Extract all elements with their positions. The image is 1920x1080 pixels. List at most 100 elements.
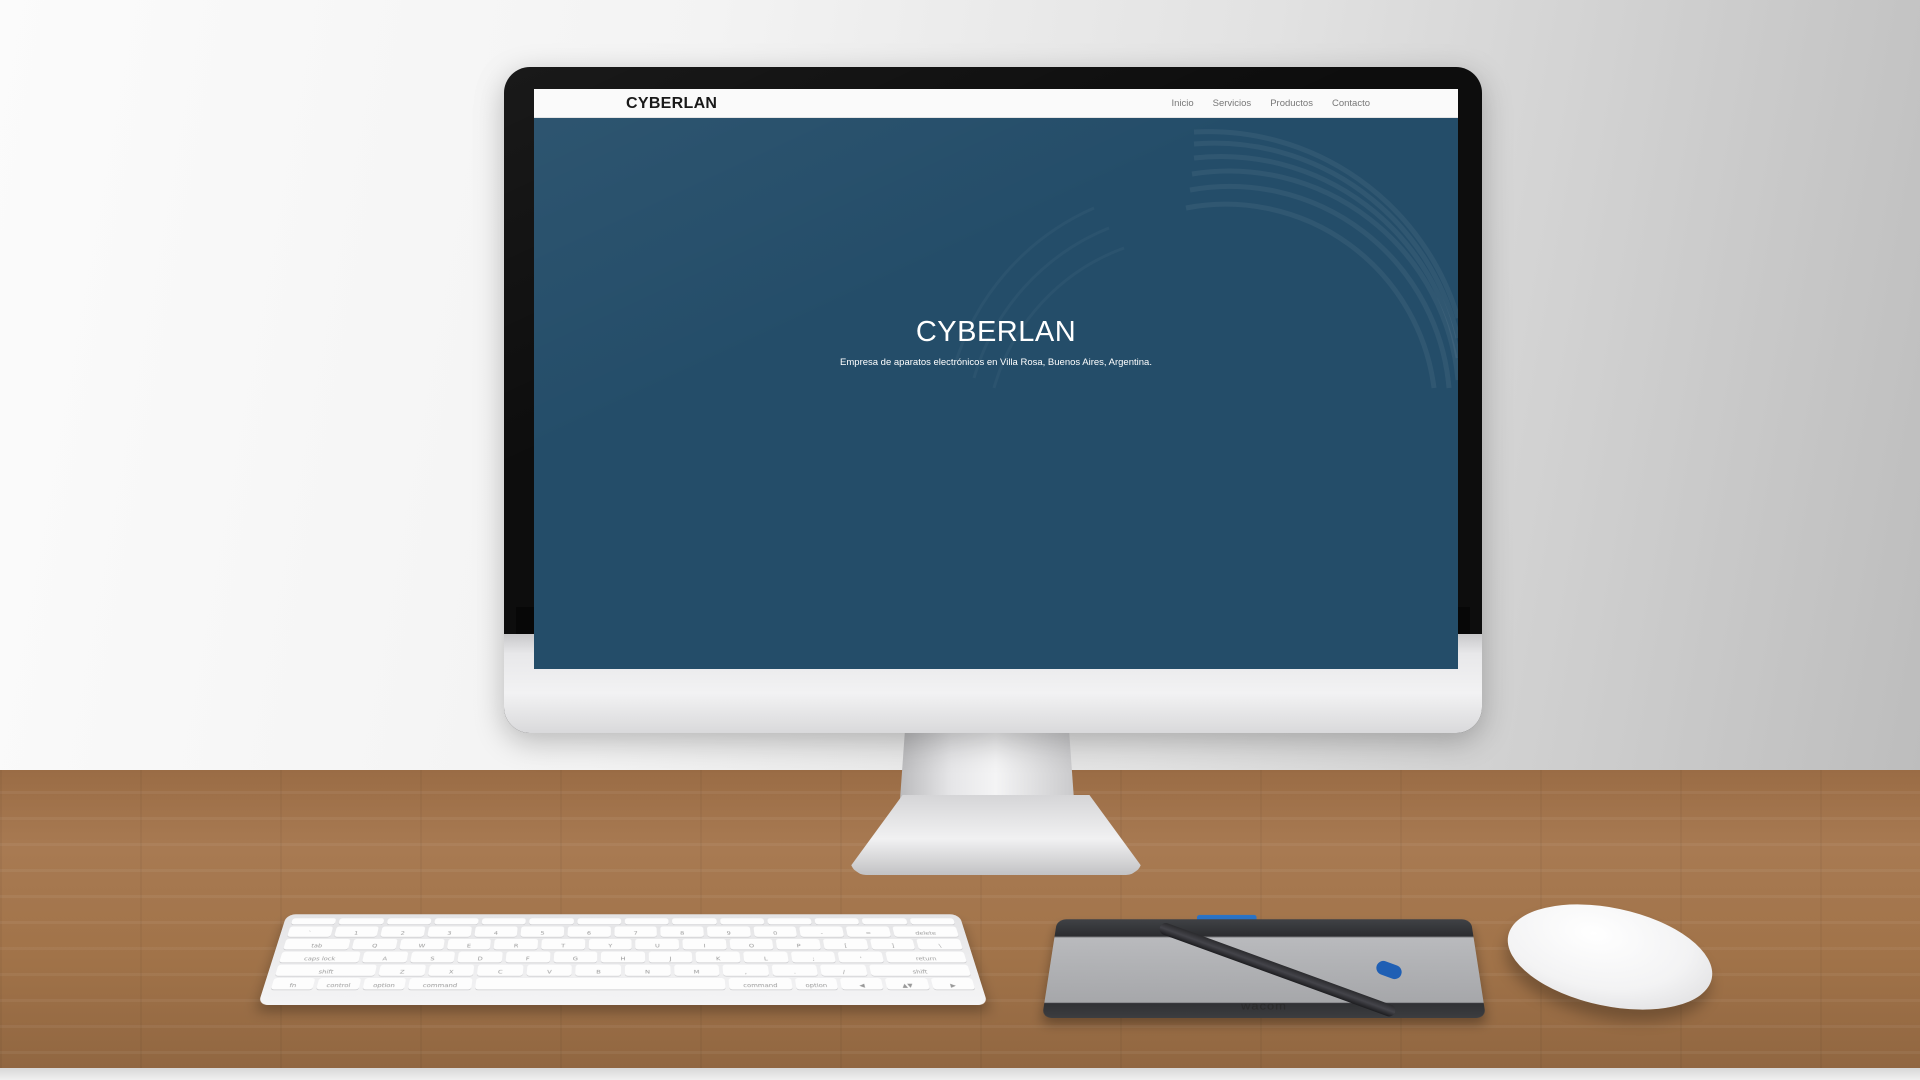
keyboard-key[interactable]: N (625, 965, 670, 976)
keyboard-key[interactable]: B (576, 965, 621, 976)
keyboard-key[interactable] (339, 918, 384, 924)
keyboard-key[interactable]: D (458, 952, 503, 963)
keyboard-key[interactable]: / (820, 965, 867, 976)
keyboard-key[interactable] (625, 918, 669, 924)
keyboard-key-command[interactable]: command (728, 978, 792, 989)
keyboard: ` 1 2 3 4 5 6 7 8 9 0 - = delete tab Q W… (258, 914, 988, 1005)
keyboard-key[interactable]: 5 (521, 926, 565, 936)
keyboard-key-arrow-left[interactable]: ◀ (840, 978, 884, 989)
keyboard-key-caps-lock[interactable]: caps lock (279, 952, 361, 963)
keyboard-key-delete[interactable]: delete (892, 926, 959, 936)
keyboard-key[interactable] (577, 918, 621, 924)
keyboard-key[interactable]: C (477, 965, 523, 976)
keyboard-shift-row: shift Z X C V B N M , . / shift (275, 965, 971, 976)
keyboard-body: ` 1 2 3 4 5 6 7 8 9 0 - = delete tab Q W… (258, 914, 988, 1005)
keyboard-key[interactable]: = (846, 926, 891, 936)
keyboard-key[interactable] (862, 918, 907, 924)
keyboard-key[interactable]: 6 (567, 926, 610, 936)
keyboard-key[interactable]: 3 (427, 926, 471, 936)
keyboard-key[interactable]: 8 (661, 926, 704, 936)
keyboard-key[interactable]: 2 (381, 926, 426, 936)
keyboard-key[interactable]: 7 (614, 926, 657, 936)
hero-signal-arcs (534, 118, 1458, 669)
keyboard-key[interactable]: - (799, 926, 844, 936)
keyboard-number-row: ` 1 2 3 4 5 6 7 8 9 0 - = delete (287, 926, 959, 936)
keyboard-key[interactable]: J (649, 952, 693, 963)
nav-link-contacto[interactable]: Contacto (1332, 98, 1370, 109)
keyboard-key-control[interactable]: control (317, 978, 361, 989)
keyboard-key[interactable]: 4 (474, 926, 518, 936)
keyboard-key[interactable]: \ (916, 939, 962, 950)
keyboard-key[interactable]: V (526, 965, 572, 976)
keyboard-key[interactable]: L (743, 952, 788, 963)
keyboard-key-arrow-up-down[interactable]: ▲▼ (885, 978, 929, 989)
keyboard-key[interactable]: H (601, 952, 645, 963)
keyboard-key[interactable]: I (682, 939, 726, 950)
keyboard-key[interactable]: K (696, 952, 741, 963)
keyboard-key-fn[interactable]: fn (271, 978, 316, 989)
keyboard-key[interactable] (386, 918, 431, 924)
keyboard-key[interactable]: W (399, 939, 444, 950)
keyboard-key[interactable]: ; (790, 952, 836, 963)
keyboard-key[interactable] (672, 918, 716, 924)
keyboard-key-return[interactable]: return (885, 952, 967, 963)
keyboard-key[interactable]: . (771, 965, 818, 976)
keyboard-key-command[interactable]: command (408, 978, 472, 989)
keyboard-key[interactable]: G (553, 952, 597, 963)
keyboard-key[interactable]: E (447, 939, 492, 950)
keyboard-key[interactable]: ' (838, 952, 884, 963)
keyboard-key[interactable]: X (428, 965, 475, 976)
keyboard-key[interactable]: [ (823, 939, 868, 950)
keyboard-key[interactable] (434, 918, 479, 924)
keyboard-function-row (291, 918, 955, 924)
keyboard-home-row: caps lock A S D F G H J K L ; ' return (279, 952, 967, 963)
keyboard-key-tab[interactable]: tab (283, 939, 351, 950)
keyboard-key[interactable]: 9 (707, 926, 751, 936)
keyboard-key[interactable]: A (362, 952, 408, 963)
keyboard-key[interactable]: U (636, 939, 680, 950)
keyboard-key[interactable]: 0 (753, 926, 797, 936)
keyboard-key[interactable] (815, 918, 860, 924)
tablet-brand-logo: wacom (1043, 1000, 1485, 1013)
keyboard-bottom-row: fn control option command command option… (271, 978, 975, 989)
keyboard-key[interactable]: R (494, 939, 538, 950)
keyboard-key[interactable]: ` (287, 926, 333, 936)
keyboard-key[interactable]: S (410, 952, 456, 963)
keyboard-key[interactable]: 1 (334, 926, 379, 936)
keyboard-key-arrow-right[interactable]: ▶ (930, 978, 975, 989)
keyboard-key[interactable]: Q (352, 939, 398, 950)
site-nav-links: Inicio Servicios Productos Contacto (1152, 98, 1370, 109)
keyboard-key-space[interactable] (475, 978, 726, 989)
keyboard-key[interactable]: ] (870, 939, 916, 950)
keyboard-qwerty-row: tab Q W E R T Y U I O P [ ] \ (283, 939, 963, 950)
website-screen: CYBERLAN Inicio Servicios Productos Cont… (534, 89, 1458, 669)
hero-section: CYBERLAN Empresa de aparatos electrónico… (534, 118, 1458, 669)
keyboard-key[interactable]: M (674, 965, 720, 976)
keyboard-key[interactable]: F (505, 952, 550, 963)
keyboard-key[interactable] (529, 918, 573, 924)
keyboard-key[interactable] (291, 918, 337, 924)
keyboard-key[interactable] (909, 918, 955, 924)
keyboard-key-shift-left[interactable]: shift (275, 965, 377, 976)
site-brand-logo[interactable]: CYBERLAN (626, 95, 717, 113)
keyboard-key[interactable]: P (776, 939, 821, 950)
keyboard-key[interactable]: Z (379, 965, 426, 976)
nav-link-productos[interactable]: Productos (1270, 98, 1313, 109)
keyboard-key-option[interactable]: option (362, 978, 406, 989)
keyboard-key[interactable]: O (729, 939, 773, 950)
keyboard-key[interactable]: Y (589, 939, 632, 950)
hero-title: CYBERLAN (534, 316, 1458, 349)
nav-link-servicios[interactable]: Servicios (1213, 98, 1252, 109)
keyboard-key-shift-right[interactable]: shift (869, 965, 971, 976)
site-navbar: CYBERLAN Inicio Servicios Productos Cont… (534, 89, 1458, 118)
keyboard-key-option[interactable]: option (794, 978, 838, 989)
imac-monitor: CYBERLAN Inicio Servicios Productos Cont… (504, 67, 1482, 733)
desk-edge (0, 1068, 1920, 1080)
keyboard-key[interactable] (482, 918, 527, 924)
keyboard-key[interactable] (720, 918, 765, 924)
hero-subtitle: Empresa de aparatos electrónicos en Vill… (534, 357, 1458, 368)
keyboard-key[interactable]: T (541, 939, 585, 950)
keyboard-key[interactable]: , (722, 965, 768, 976)
nav-link-inicio[interactable]: Inicio (1171, 98, 1193, 109)
keyboard-key[interactable] (767, 918, 812, 924)
